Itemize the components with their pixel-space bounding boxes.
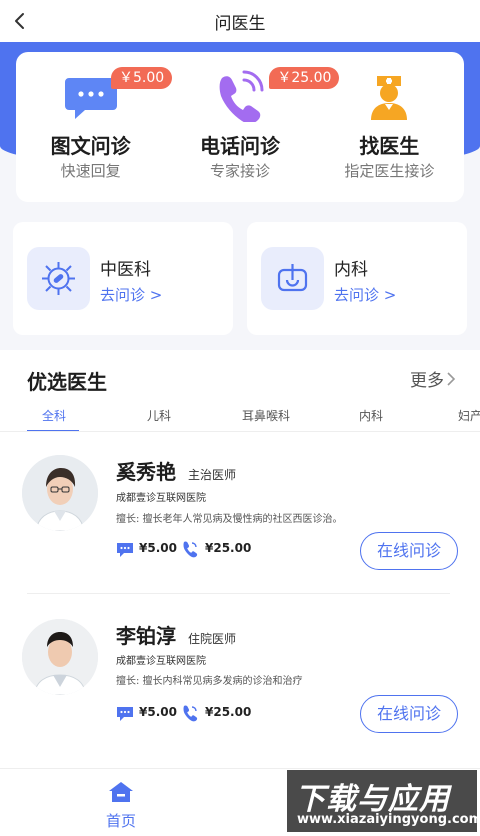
service-text-consult[interactable]: ￥5.00 图文问诊 快速回复: [16, 52, 173, 202]
nav-bar: 问医生: [0, 0, 480, 42]
doctor-title: 主治医师: [188, 468, 237, 482]
service-name: 图文问诊: [50, 134, 131, 158]
department-icon-box: [261, 247, 324, 310]
department-link[interactable]: 去问诊 >: [100, 284, 162, 305]
service-subtitle: 专家接诊: [209, 162, 270, 180]
phone-consult-price: ¥25.00: [205, 705, 252, 719]
watermark: 下载与应用 www.xiazaiyingyong.com: [287, 770, 480, 832]
department-link[interactable]: 去问诊 >: [334, 284, 396, 305]
service-name: 找医生: [359, 134, 420, 158]
back-arrow-icon[interactable]: [8, 8, 34, 34]
department-card-tcm[interactable]: 中医科 去问诊 >: [13, 222, 233, 335]
doctor-name: 奚秀艳: [116, 460, 176, 484]
department-card-internal[interactable]: 内科 去问诊 >: [247, 222, 467, 335]
tab-home-label: 首页: [105, 812, 136, 830]
service-name: 电话问诊: [199, 134, 280, 158]
home-icon: [109, 782, 133, 802]
service-find-doctor[interactable]: 找医生 指定医生接诊: [315, 52, 464, 202]
department-name: 内科: [334, 260, 368, 280]
doctor-specialty: 擅长: 擅长内科常见病多发病的诊治和治疗: [116, 676, 303, 687]
service-phone-consult[interactable]: ￥25.00 电话问诊 专家接诊: [165, 52, 340, 202]
stomach-icon: [277, 264, 308, 292]
department-icon-box: [27, 247, 90, 310]
virus-icon: [42, 262, 75, 295]
chat-bubble-icon: [117, 707, 133, 721]
page-title: 问医生: [214, 13, 266, 34]
doctor-card[interactable]: 奚秀艳 主治医师 成都壹诊互联网医院 擅长: 擅长老年人常见病及慢性病的社区西医…: [0, 350, 480, 570]
tab-home[interactable]: 首页: [104, 781, 138, 831]
department-name: 中医科: [100, 260, 151, 280]
online-consult-button[interactable]: 在线问诊: [360, 695, 458, 733]
service-subtitle: 快速回复: [60, 162, 121, 180]
doctor-name: 李铂淳: [116, 624, 176, 648]
phone-icon: [219, 70, 264, 122]
service-subtitle: 指定医生接诊: [344, 162, 435, 180]
doctor-card[interactable]: 李铂淳 住院医师 成都壹诊互联网医院 擅长: 擅长内科常见病多发病的诊治和治疗 …: [0, 514, 480, 733]
doctor-hospital: 成都壹诊互联网医院: [116, 493, 206, 504]
doctor-title: 住院医师: [188, 632, 237, 646]
doctor-icon: [371, 76, 408, 120]
phone-icon: [183, 705, 198, 722]
doctor-avatar: [22, 619, 98, 695]
price-badge: ￥5.00: [111, 67, 173, 89]
service-card: ￥5.00 图文问诊 快速回复 ￥25.00 电话问诊 专家接诊 找医生 指定医…: [16, 52, 464, 202]
doctor-hospital: 成都壹诊互联网医院: [116, 656, 206, 667]
doctors-section: 优选医生 更多 全科 儿科 耳鼻喉科 内科 妇产 奚秀艳 主治医师 成都壹诊互联…: [0, 350, 480, 768]
text-consult-price: ¥5.00: [139, 705, 177, 719]
watermark-url: www.xiazaiyingyong.com: [297, 812, 480, 827]
